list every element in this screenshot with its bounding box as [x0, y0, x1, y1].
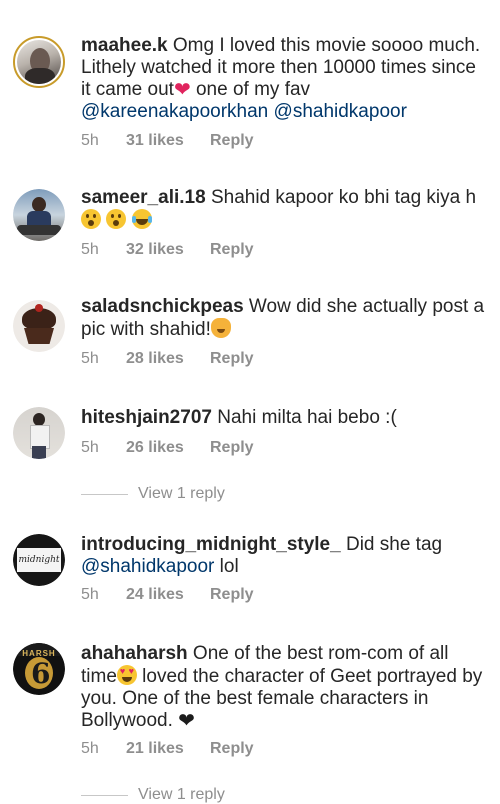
likes-count[interactable]: 24 likes	[126, 586, 210, 604]
comment-text: sameer_ali.18 Shahid kapoor ko bhi tag k…	[81, 187, 486, 232]
timestamp: 5h	[81, 586, 99, 603]
username[interactable]: introducing_midnight_style_	[81, 534, 341, 555]
view-replies-button[interactable]: View 1 reply	[81, 485, 225, 503]
avatar-logo-text: midnight	[18, 555, 60, 565]
comment-meta: 5h 31 likes Reply	[81, 132, 254, 150]
avatar-number: 6	[31, 657, 51, 690]
divider	[81, 493, 128, 495]
timestamp: 5h	[81, 241, 99, 258]
username[interactable]: ahahaharsh	[81, 643, 188, 664]
avatar[interactable]	[13, 407, 65, 459]
mention-link[interactable]: @kareenakapoorkhan	[81, 101, 268, 122]
avatar[interactable]	[13, 189, 65, 241]
view-replies-button[interactable]: View 1 reply	[81, 786, 225, 804]
comment-text: ahahaharsh One of the best rom-com of al…	[81, 643, 486, 732]
reply-button[interactable]: Reply	[210, 350, 254, 368]
cat-emoji	[210, 318, 231, 338]
heart-eyes-emoji	[116, 665, 137, 685]
username[interactable]: hiteshjain2707	[81, 407, 212, 428]
astonished-emoji	[81, 209, 101, 229]
likes-count[interactable]: 26 likes	[126, 439, 210, 457]
timestamp: 5h	[81, 740, 99, 757]
username[interactable]: sameer_ali.18	[81, 187, 206, 208]
joy-emoji	[131, 209, 152, 229]
comment-text: saladsnchickpeas Wow did she actually po…	[81, 296, 485, 340]
comment-meta: 5h 26 likes Reply	[81, 439, 254, 457]
avatar[interactable]	[13, 36, 65, 88]
likes-count[interactable]: 32 likes	[126, 241, 210, 259]
comment-meta: 5h 28 likes Reply	[81, 350, 254, 368]
reply-button[interactable]: Reply	[210, 740, 254, 758]
avatar[interactable]: HARSH 6	[13, 643, 65, 695]
timestamp: 5h	[81, 439, 99, 456]
likes-count[interactable]: 31 likes	[126, 132, 210, 150]
red-heart-emoji: ❤	[173, 79, 191, 101]
avatar[interactable]: midnight	[13, 534, 65, 586]
timestamp: 5h	[81, 132, 99, 149]
avatar[interactable]	[13, 300, 65, 352]
likes-count[interactable]: 21 likes	[126, 740, 210, 758]
mention-link[interactable]: @shahidkapoor	[274, 101, 407, 122]
reply-button[interactable]: Reply	[210, 439, 254, 457]
divider	[81, 794, 128, 796]
username[interactable]: maahee.k	[81, 35, 168, 56]
mention-link[interactable]: @shahidkapoor	[81, 556, 214, 577]
comment-meta: 5h 21 likes Reply	[81, 740, 254, 758]
comment-meta: 5h 32 likes Reply	[81, 241, 254, 259]
reply-button[interactable]: Reply	[210, 132, 254, 150]
black-heart-emoji: ❤	[178, 710, 195, 732]
username[interactable]: saladsnchickpeas	[81, 296, 244, 317]
reply-button[interactable]: Reply	[210, 586, 254, 604]
reply-button[interactable]: Reply	[210, 241, 254, 259]
astonished-emoji	[106, 209, 127, 229]
comment-meta: 5h 24 likes Reply	[81, 586, 254, 604]
likes-count[interactable]: 28 likes	[126, 350, 210, 368]
comment-text: hiteshjain2707 Nahi milta hai bebo :(	[81, 407, 397, 428]
comment-text: introducing_midnight_style_ Did she tag …	[81, 534, 443, 577]
comment-text: maahee.k Omg I loved this movie soooo mu…	[81, 35, 481, 122]
timestamp: 5h	[81, 350, 99, 367]
